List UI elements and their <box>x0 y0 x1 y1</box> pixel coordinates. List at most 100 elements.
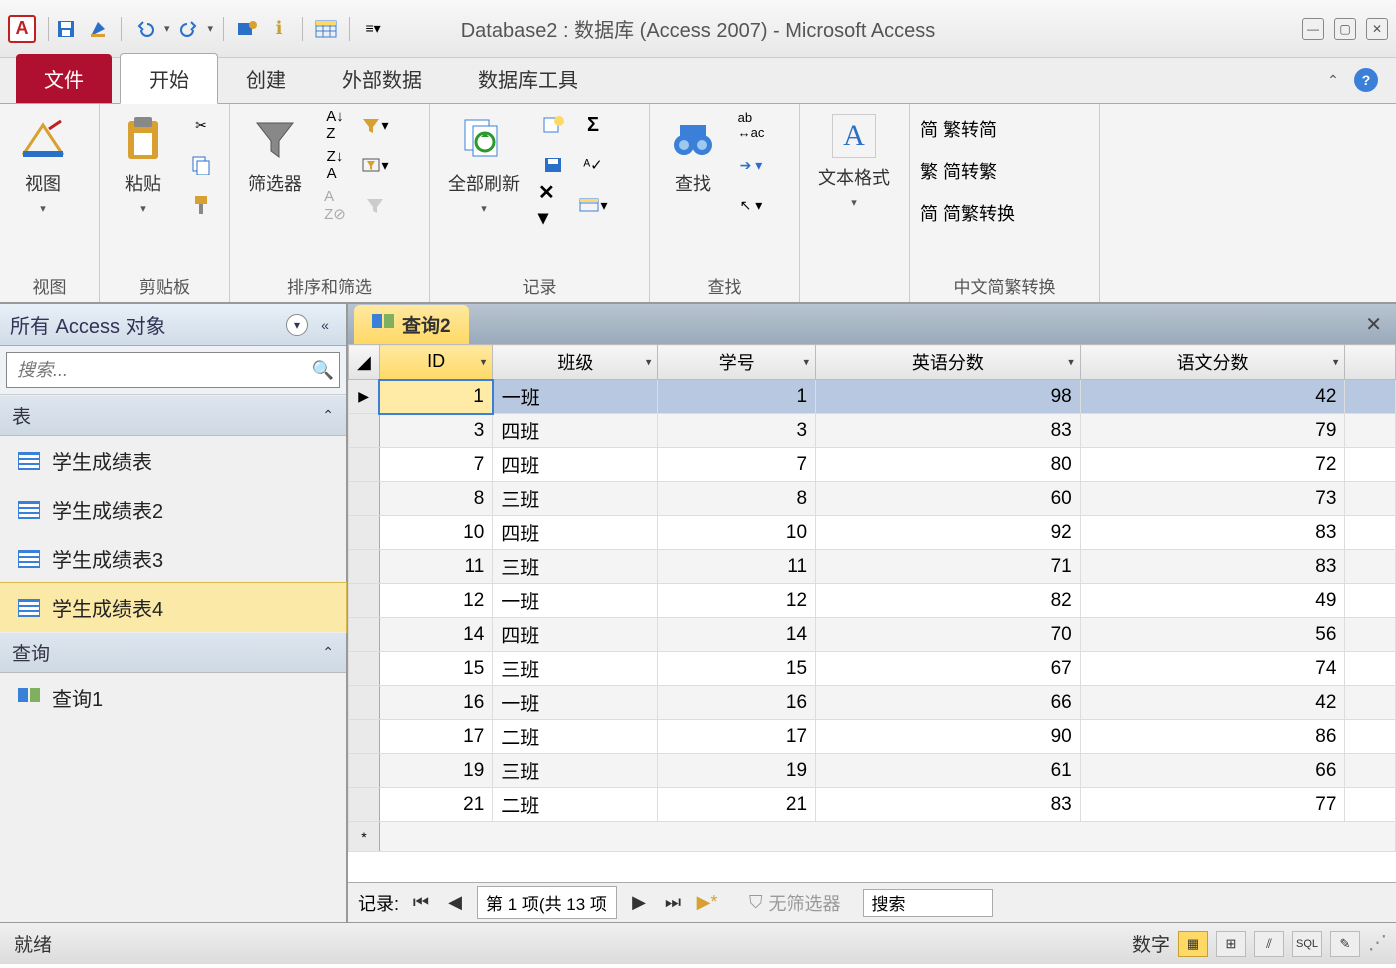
column-header[interactable]: ID▾ <box>379 345 492 380</box>
minimize-button[interactable]: — <box>1302 18 1324 40</box>
table-row[interactable]: 11三班117183 <box>349 550 1396 584</box>
cell-chi[interactable]: 49 <box>1080 584 1345 618</box>
pivottable-view-button[interactable]: ⊞ <box>1216 931 1246 957</box>
cell-eng[interactable]: 67 <box>816 652 1081 686</box>
table-row[interactable]: 7四班78072 <box>349 448 1396 482</box>
table-row[interactable]: 14四班147056 <box>349 618 1396 652</box>
cell-class[interactable]: 四班 <box>493 448 658 482</box>
cell-sno[interactable]: 12 <box>658 584 816 618</box>
recnav-search-input[interactable] <box>863 889 993 917</box>
save-record-icon[interactable] <box>538 150 568 180</box>
select-icon[interactable]: ↖ ▾ <box>736 190 766 220</box>
cell-class[interactable]: 二班 <box>493 720 658 754</box>
column-header[interactable]: 学号▾ <box>658 345 816 380</box>
cell-sno[interactable]: 11 <box>658 550 816 584</box>
find-button[interactable]: 查找 <box>660 110 726 200</box>
column-dropdown-icon[interactable]: ▾ <box>1068 356 1074 369</box>
nav-section-queries[interactable]: 查询⌃ <box>0 632 346 673</box>
tab-home[interactable]: 开始 <box>120 53 218 104</box>
table-row[interactable]: 19三班196166 <box>349 754 1396 788</box>
row-selector[interactable] <box>349 482 380 516</box>
nav-collapse-button[interactable]: « <box>314 314 336 336</box>
quick-print-icon[interactable] <box>85 16 111 42</box>
cell-class[interactable]: 四班 <box>493 516 658 550</box>
nav-section-tables[interactable]: 表⌃ <box>0 395 346 436</box>
cell-id[interactable]: 17 <box>379 720 492 754</box>
recnav-position[interactable]: 第 1 项(共 13 项 <box>477 886 617 919</box>
cell-chi[interactable]: 83 <box>1080 516 1345 550</box>
row-selector[interactable] <box>349 448 380 482</box>
row-selector[interactable] <box>349 754 380 788</box>
cell-chi[interactable]: 66 <box>1080 754 1345 788</box>
recnav-next-button[interactable]: ▶ <box>627 891 651 915</box>
nav-header[interactable]: 所有 Access 对象 ▾ « <box>0 304 346 346</box>
cell-eng[interactable]: 66 <box>816 686 1081 720</box>
recnav-prev-button[interactable]: ◀ <box>443 891 467 915</box>
cell-id[interactable]: 1 <box>379 380 492 414</box>
new-record-selector[interactable]: * <box>349 822 380 852</box>
cell-class[interactable]: 四班 <box>493 618 658 652</box>
more-records-icon[interactable]: ▾ <box>578 190 608 220</box>
view-button[interactable]: 视图 ▾ <box>10 110 76 219</box>
sql-view-button[interactable]: SQL <box>1292 931 1322 957</box>
cell-sno[interactable]: 19 <box>658 754 816 788</box>
advanced-filter-icon[interactable]: ▾ <box>360 150 390 180</box>
table-row[interactable]: ▶1一班19842 <box>349 380 1396 414</box>
cell-id[interactable]: 15 <box>379 652 492 686</box>
cell-chi[interactable]: 86 <box>1080 720 1345 754</box>
sort-asc-icon[interactable]: A↓Z <box>320 110 350 140</box>
column-dropdown-icon[interactable]: ▾ <box>1333 356 1339 369</box>
cell-id[interactable]: 14 <box>379 618 492 652</box>
cell-id[interactable]: 21 <box>379 788 492 822</box>
save-icon[interactable] <box>53 16 79 42</box>
cell-class[interactable]: 一班 <box>493 686 658 720</box>
row-selector[interactable] <box>349 686 380 720</box>
totals-icon[interactable]: Σ <box>578 110 608 140</box>
row-selector[interactable] <box>349 618 380 652</box>
cell-eng[interactable]: 60 <box>816 482 1081 516</box>
cell-chi[interactable]: 77 <box>1080 788 1345 822</box>
cell-class[interactable]: 三班 <box>493 482 658 516</box>
cell-sno[interactable]: 1 <box>658 380 816 414</box>
cell-chi[interactable]: 79 <box>1080 414 1345 448</box>
table-row[interactable]: 15三班156774 <box>349 652 1396 686</box>
cell-chi[interactable]: 74 <box>1080 652 1345 686</box>
filter-button[interactable]: 筛选器 <box>240 110 310 200</box>
cell-eng[interactable]: 70 <box>816 618 1081 652</box>
datasheet-view-button[interactable]: ▦ <box>1178 931 1208 957</box>
row-selector[interactable] <box>349 788 380 822</box>
cell-sno[interactable]: 8 <box>658 482 816 516</box>
row-selector[interactable] <box>349 414 380 448</box>
cell-class[interactable]: 三班 <box>493 754 658 788</box>
table-row[interactable]: 16一班166642 <box>349 686 1396 720</box>
toggle-filter-icon[interactable] <box>360 190 390 220</box>
help-button[interactable]: ? <box>1354 68 1378 92</box>
cell-chi[interactable]: 42 <box>1080 380 1345 414</box>
nav-table-item[interactable]: 学生成绩表 <box>0 436 346 485</box>
replace-icon[interactable]: ab↔ac <box>736 110 766 140</box>
minimize-ribbon-icon[interactable]: ⌃ <box>1324 71 1342 89</box>
recnav-first-button[interactable]: ⏮ <box>409 891 433 915</box>
cell-class[interactable]: 四班 <box>493 414 658 448</box>
table-row[interactable]: 12一班128249 <box>349 584 1396 618</box>
cell-id[interactable]: 10 <box>379 516 492 550</box>
cell-sno[interactable]: 21 <box>658 788 816 822</box>
nav-search-input[interactable] <box>7 360 307 381</box>
cell-class[interactable]: 一班 <box>493 380 658 414</box>
cell-class[interactable]: 二班 <box>493 788 658 822</box>
table-row[interactable]: 21二班218377 <box>349 788 1396 822</box>
cell-eng[interactable]: 92 <box>816 516 1081 550</box>
redo-icon[interactable] <box>176 16 202 42</box>
refresh-all-button[interactable]: 全部刷新 ▾ <box>440 110 528 219</box>
cell-eng[interactable]: 83 <box>816 788 1081 822</box>
cell-sno[interactable]: 10 <box>658 516 816 550</box>
selection-filter-icon[interactable]: ▾ <box>360 110 390 140</box>
cell-id[interactable]: 16 <box>379 686 492 720</box>
cell-sno[interactable]: 17 <box>658 720 816 754</box>
cell-sno[interactable]: 7 <box>658 448 816 482</box>
copy-icon[interactable] <box>186 150 216 180</box>
cell-id[interactable]: 12 <box>379 584 492 618</box>
column-header[interactable]: 语文分数▾ <box>1080 345 1345 380</box>
row-selector[interactable] <box>349 720 380 754</box>
maximize-button[interactable]: ▢ <box>1334 18 1356 40</box>
